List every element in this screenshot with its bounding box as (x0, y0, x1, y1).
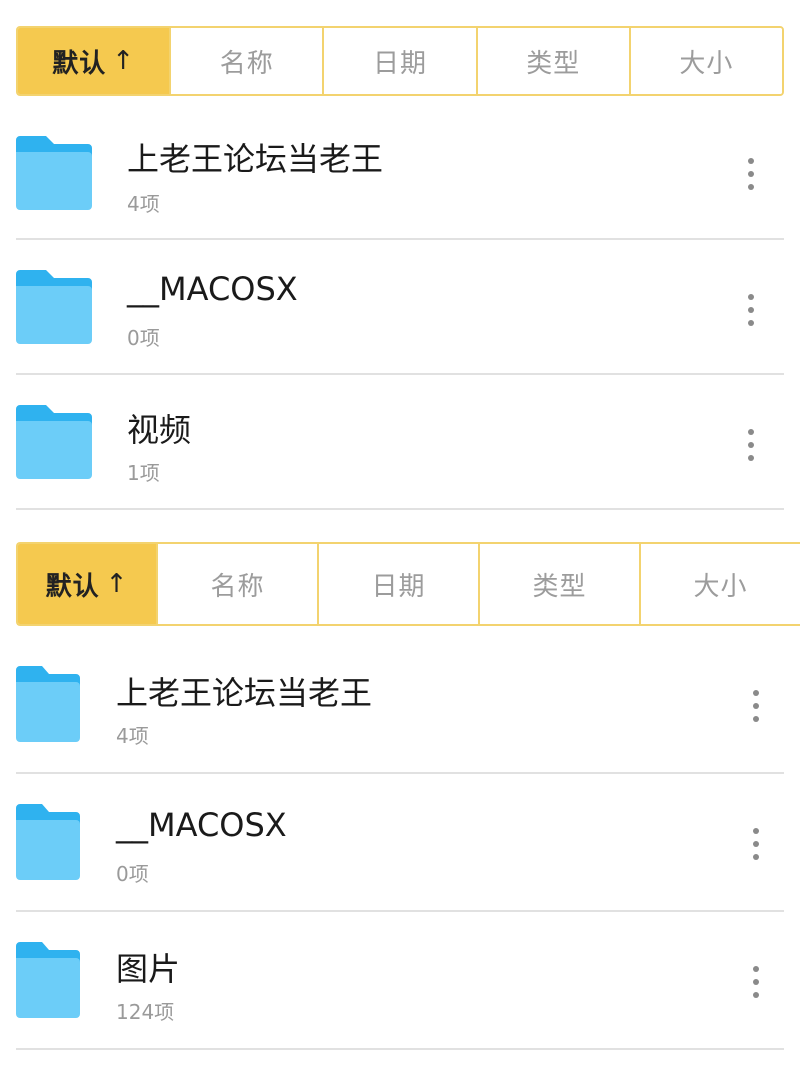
sort-tab-label: 类型 (526, 48, 581, 79)
folder-list-item[interactable]: 上老王论坛当老王 4项 (0, 104, 800, 240)
folder-list-item[interactable]: 视频 1项 (0, 375, 800, 509)
sort-tab-label: 名称 (219, 48, 274, 79)
sort-tab-date[interactable]: 日期 (317, 544, 478, 624)
sort-tab-label: 类型 (532, 571, 587, 602)
folder-name: __MACOSX (127, 270, 298, 308)
divider (16, 508, 784, 510)
folder-list-item[interactable]: 上老王论坛当老王 4项 (0, 636, 800, 772)
folder-item-count: 124项 (116, 1000, 175, 1024)
sort-tab-type[interactable]: 类型 (478, 544, 639, 624)
sort-tab-name[interactable]: 名称 (156, 544, 317, 624)
folder-icon (16, 270, 92, 344)
sort-tab-size[interactable]: 大小 (628, 28, 782, 94)
more-vertical-icon[interactable] (746, 962, 766, 1002)
sort-ascending-icon: ↑ (105, 569, 129, 599)
more-vertical-icon[interactable] (741, 154, 761, 194)
folder-item-count: 0项 (127, 326, 160, 350)
folder-list-item[interactable]: 图片 124项 (0, 912, 800, 1048)
sort-tab-label: 默认 (45, 571, 100, 602)
sort-tab-default[interactable]: 默认 ↑ (18, 28, 170, 94)
folder-icon (16, 942, 80, 1018)
folder-name: 上老王论坛当老王 (116, 674, 373, 712)
sort-tab-default[interactable]: 默认 ↑ (18, 544, 156, 624)
folder-icon (16, 405, 92, 479)
folder-item-count: 4项 (127, 192, 160, 216)
folder-name: __MACOSX (116, 806, 287, 844)
sort-tab-name[interactable]: 名称 (169, 28, 323, 94)
folder-list-item[interactable]: __MACOSX 0项 (0, 240, 800, 374)
folder-name: 图片 (116, 950, 181, 988)
more-vertical-icon[interactable] (746, 686, 766, 726)
sort-tab-label: 大小 (693, 571, 748, 602)
folder-icon (16, 666, 80, 742)
sort-tab-label: 日期 (371, 571, 426, 602)
folder-name: 视频 (127, 411, 192, 449)
folder-item-count: 4项 (116, 724, 149, 748)
folder-item-count: 1项 (127, 461, 160, 485)
sort-tab-type[interactable]: 类型 (475, 28, 629, 94)
folder-list-item[interactable]: __MACOSX 0项 (0, 774, 800, 910)
sort-tab-label: 大小 (679, 48, 734, 79)
folder-icon (16, 136, 92, 210)
more-vertical-icon[interactable] (746, 824, 766, 864)
sort-tab-label: 日期 (373, 48, 428, 79)
sort-tab-label: 默认 (52, 48, 107, 79)
folder-name: 上老王论坛当老王 (127, 140, 384, 178)
sort-tab-label: 名称 (210, 571, 265, 602)
sort-bar: 默认 ↑ 名称 日期 类型 大小 (16, 542, 800, 626)
more-vertical-icon[interactable] (741, 425, 761, 465)
sort-tab-date[interactable]: 日期 (322, 28, 476, 94)
folder-item-count: 0项 (116, 862, 149, 886)
sort-ascending-icon: ↑ (112, 46, 135, 76)
sort-bar: 默认 ↑ 名称 日期 类型 大小 (16, 26, 784, 96)
divider (16, 1048, 784, 1050)
sort-tab-size[interactable]: 大小 (639, 544, 800, 624)
more-vertical-icon[interactable] (741, 290, 761, 330)
folder-icon (16, 804, 80, 880)
